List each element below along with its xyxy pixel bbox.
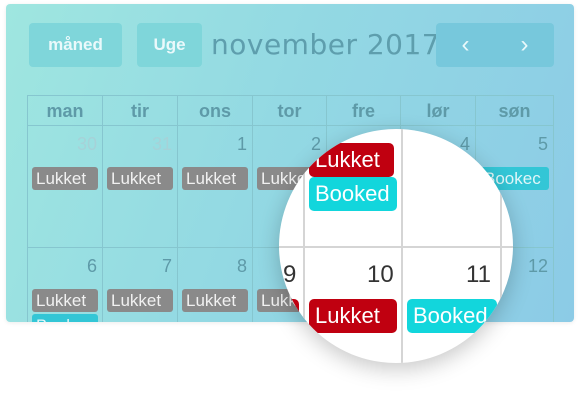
day-number: 30 — [76, 134, 97, 154]
day-cell[interactable]: 30 Lukket — [27, 126, 103, 248]
day-number: 8 — [236, 256, 247, 276]
day-number: 6 — [86, 256, 97, 276]
magnifier-lens: Lukket Booked 9 10 11 Lukket Booked — [279, 129, 513, 363]
zoom-event-closed[interactable]: Lukket — [309, 299, 397, 333]
zoom-day-number: 9 — [283, 261, 297, 288]
day-number: 12 — [527, 256, 548, 276]
day-number: 7 — [161, 256, 172, 276]
zoom-event-booked[interactable]: Booked — [407, 299, 497, 333]
event-closed[interactable]: Lukket — [182, 289, 248, 312]
zoom-day-number: 11 — [466, 261, 491, 288]
weekday-header: lør — [401, 95, 476, 126]
event-closed[interactable]: Lukket — [182, 167, 248, 190]
chevron-right-icon: › — [520, 31, 529, 58]
event-closed[interactable]: Lukket — [32, 167, 98, 190]
weekday-header: fre — [327, 95, 401, 126]
event-closed[interactable]: Lukket — [107, 167, 173, 190]
day-cell[interactable]: 7 Lukket — [103, 248, 178, 322]
zoom-day-number: 10 — [367, 261, 394, 288]
next-month-button[interactable]: › — [495, 23, 554, 67]
day-number: 31 — [151, 134, 172, 154]
weekday-header: tor — [253, 95, 327, 126]
zoom-event-closed[interactable] — [279, 299, 299, 333]
month-view-button[interactable]: måned — [29, 23, 122, 67]
day-number: 5 — [537, 134, 548, 154]
week-view-button[interactable]: Uge — [137, 23, 202, 67]
chevron-left-icon: ‹ — [461, 31, 470, 58]
day-cell[interactable]: 8 Lukket — [178, 248, 253, 322]
zoom-event-booked[interactable]: Booked — [309, 177, 397, 211]
day-cell[interactable]: 31 Lukket — [103, 126, 178, 248]
day-cell[interactable]: 6 Lukket Bookec — [27, 248, 103, 322]
grid-line — [279, 246, 513, 248]
day-number: 1 — [236, 134, 247, 154]
day-cell[interactable]: 1 Lukket — [178, 126, 253, 248]
zoom-event-closed[interactable]: Lukket — [309, 143, 394, 177]
weekday-header: ons — [178, 95, 253, 126]
weekday-header: søn — [476, 95, 554, 126]
event-booked[interactable]: Bookec — [32, 314, 98, 322]
nav-button-group: ‹ › — [436, 23, 554, 67]
calendar-title: november 2017 — [211, 28, 441, 61]
weekday-header: tir — [103, 95, 178, 126]
event-closed[interactable]: Lukket — [107, 289, 173, 312]
weekday-header: man — [27, 95, 103, 126]
prev-month-button[interactable]: ‹ — [436, 23, 495, 67]
event-closed[interactable]: Lukket — [32, 289, 98, 312]
